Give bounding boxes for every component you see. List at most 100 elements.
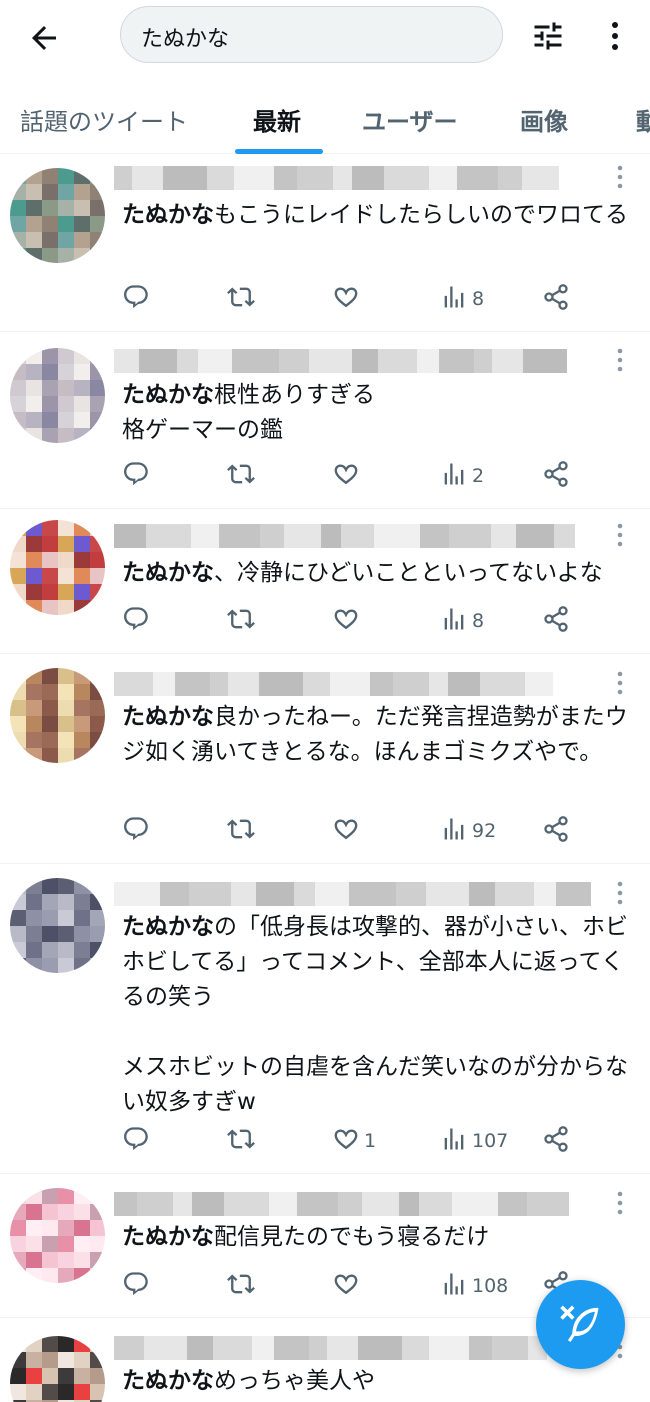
tweet-author-blurred[interactable] bbox=[114, 162, 604, 192]
avatar-pixel bbox=[90, 216, 105, 232]
avatar-pixel bbox=[10, 396, 26, 412]
avatar-pixel bbox=[42, 364, 58, 380]
arrow-left-icon[interactable] bbox=[26, 20, 62, 56]
blur-block bbox=[137, 1192, 173, 1216]
tab-users[interactable]: ユーザー bbox=[362, 102, 458, 137]
avatar-pixel bbox=[42, 1204, 58, 1220]
like-button[interactable] bbox=[332, 605, 364, 637]
avatar-pixel bbox=[90, 412, 105, 428]
blur-block bbox=[417, 349, 439, 373]
reply-button[interactable] bbox=[122, 1270, 154, 1302]
share-button[interactable] bbox=[542, 605, 570, 637]
tab-videos[interactable]: 動 bbox=[636, 102, 650, 137]
more-vertical-icon[interactable] bbox=[603, 18, 627, 54]
tweet-author-blurred[interactable] bbox=[114, 1188, 604, 1218]
tweet-more-button[interactable] bbox=[616, 347, 624, 373]
blur-block bbox=[480, 672, 525, 696]
reply-button[interactable] bbox=[122, 605, 154, 637]
blur-block bbox=[303, 672, 330, 696]
avatar-pixel bbox=[58, 216, 74, 232]
tweet[interactable]: たぬかな良かったねー。ただ発言捏造勢がまたウジ如く湧いてきとるな。ほんまゴミクズ… bbox=[0, 654, 650, 864]
avatar-pixel bbox=[10, 1352, 26, 1368]
avatar[interactable] bbox=[10, 878, 105, 973]
tweet-more-button[interactable] bbox=[616, 164, 624, 190]
avatar-pixel bbox=[42, 748, 58, 763]
avatar[interactable] bbox=[10, 168, 105, 263]
blur-block bbox=[352, 166, 384, 190]
share-button[interactable] bbox=[542, 283, 570, 315]
share-button[interactable] bbox=[542, 460, 570, 492]
retweet-button[interactable] bbox=[227, 815, 259, 847]
avatar-pixel bbox=[74, 168, 90, 184]
retweet-button[interactable] bbox=[227, 1270, 259, 1302]
reply-button[interactable] bbox=[122, 1125, 154, 1157]
avatar-pixel bbox=[26, 348, 42, 364]
tweet-more-button[interactable] bbox=[616, 522, 624, 548]
compose-button[interactable] bbox=[536, 1280, 625, 1369]
like-button[interactable] bbox=[332, 1270, 364, 1302]
retweet-button[interactable] bbox=[227, 1125, 259, 1157]
avatar-pixel bbox=[26, 942, 42, 958]
tweet[interactable]: たぬかなもこうにレイドしたらしいのでワロてる 8 bbox=[0, 155, 650, 332]
views-chart-icon bbox=[440, 1270, 468, 1303]
avatar-pixel bbox=[58, 684, 74, 700]
tweet-actions: 1 107 bbox=[122, 1125, 582, 1157]
tweet-more-button[interactable] bbox=[616, 670, 624, 696]
avatar[interactable] bbox=[10, 1336, 105, 1402]
share-button[interactable] bbox=[542, 815, 570, 847]
tweet-body: めっちゃ美人や bbox=[214, 1368, 375, 1394]
reply-button[interactable] bbox=[122, 815, 154, 847]
views-button[interactable]: 2 bbox=[440, 460, 484, 492]
tweet[interactable]: たぬかな、冷静にひどいことといってないよな 8 bbox=[0, 509, 650, 654]
blur-block bbox=[189, 882, 231, 906]
views-button[interactable]: 8 bbox=[440, 605, 484, 637]
avatar-pixel bbox=[26, 1352, 42, 1368]
sliders-icon[interactable] bbox=[530, 18, 566, 54]
reply-button[interactable] bbox=[122, 460, 154, 492]
tweet-author-blurred[interactable] bbox=[114, 345, 604, 375]
avatar-pixel bbox=[10, 552, 26, 568]
avatar-pixel bbox=[74, 1352, 90, 1368]
like-button[interactable] bbox=[332, 460, 364, 492]
tweet-more-button[interactable] bbox=[616, 880, 624, 906]
like-button[interactable]: 1 bbox=[332, 1125, 376, 1157]
reply-button[interactable] bbox=[122, 283, 154, 315]
tweet[interactable]: たぬかなの「低身長は攻撃的、器が小さい、ホビホビしてる」ってコメント、全部本人に… bbox=[0, 864, 650, 1174]
tweet-text: たぬかな根性ありすぎる 格ゲーマーの鑑 bbox=[122, 378, 642, 448]
avatar-pixel bbox=[58, 348, 74, 364]
tweet-author-blurred[interactable] bbox=[114, 1332, 604, 1362]
tweet-author-blurred[interactable] bbox=[114, 520, 604, 550]
views-button[interactable]: 107 bbox=[440, 1125, 508, 1157]
tab-images[interactable]: 画像 bbox=[520, 102, 568, 137]
avatar[interactable] bbox=[10, 668, 105, 763]
blur-block bbox=[232, 349, 279, 373]
tab-latest[interactable]: 最新 bbox=[253, 102, 301, 137]
avatar-pixel bbox=[58, 1352, 74, 1368]
views-button[interactable]: 108 bbox=[440, 1270, 508, 1302]
retweet-button[interactable] bbox=[227, 605, 259, 637]
views-button[interactable]: 92 bbox=[440, 815, 496, 847]
like-button[interactable] bbox=[332, 283, 364, 315]
tweet-author-blurred[interactable] bbox=[114, 878, 604, 908]
avatar[interactable] bbox=[10, 1188, 105, 1283]
avatar-pixel bbox=[90, 716, 105, 732]
avatar-pixel bbox=[42, 894, 58, 910]
likes-count: 1 bbox=[364, 1130, 377, 1152]
tweet[interactable]: たぬかな根性ありすぎる 格ゲーマーの鑑 2 bbox=[0, 332, 650, 509]
avatar-pixel bbox=[26, 552, 42, 568]
retweet-button[interactable] bbox=[227, 460, 259, 492]
like-button[interactable] bbox=[332, 815, 364, 847]
views-button[interactable]: 8 bbox=[440, 283, 484, 315]
avatar-pixel bbox=[58, 184, 74, 200]
tweet-text: たぬかな良かったねー。ただ発言捏造勢がまたウジ如く湧いてきとるな。ほんまゴミクズ… bbox=[122, 700, 642, 770]
search-input[interactable]: たぬかな bbox=[120, 6, 503, 63]
avatar[interactable] bbox=[10, 348, 105, 443]
tab-top[interactable]: 話題のツイート bbox=[20, 102, 188, 137]
tweet-more-button[interactable] bbox=[616, 1190, 624, 1216]
tweet-author-blurred[interactable] bbox=[114, 668, 604, 698]
share-button[interactable] bbox=[542, 1125, 570, 1157]
avatar[interactable] bbox=[10, 520, 105, 615]
avatar-pixel bbox=[58, 248, 74, 263]
retweet-button[interactable] bbox=[227, 283, 259, 315]
blur-block bbox=[378, 349, 417, 373]
